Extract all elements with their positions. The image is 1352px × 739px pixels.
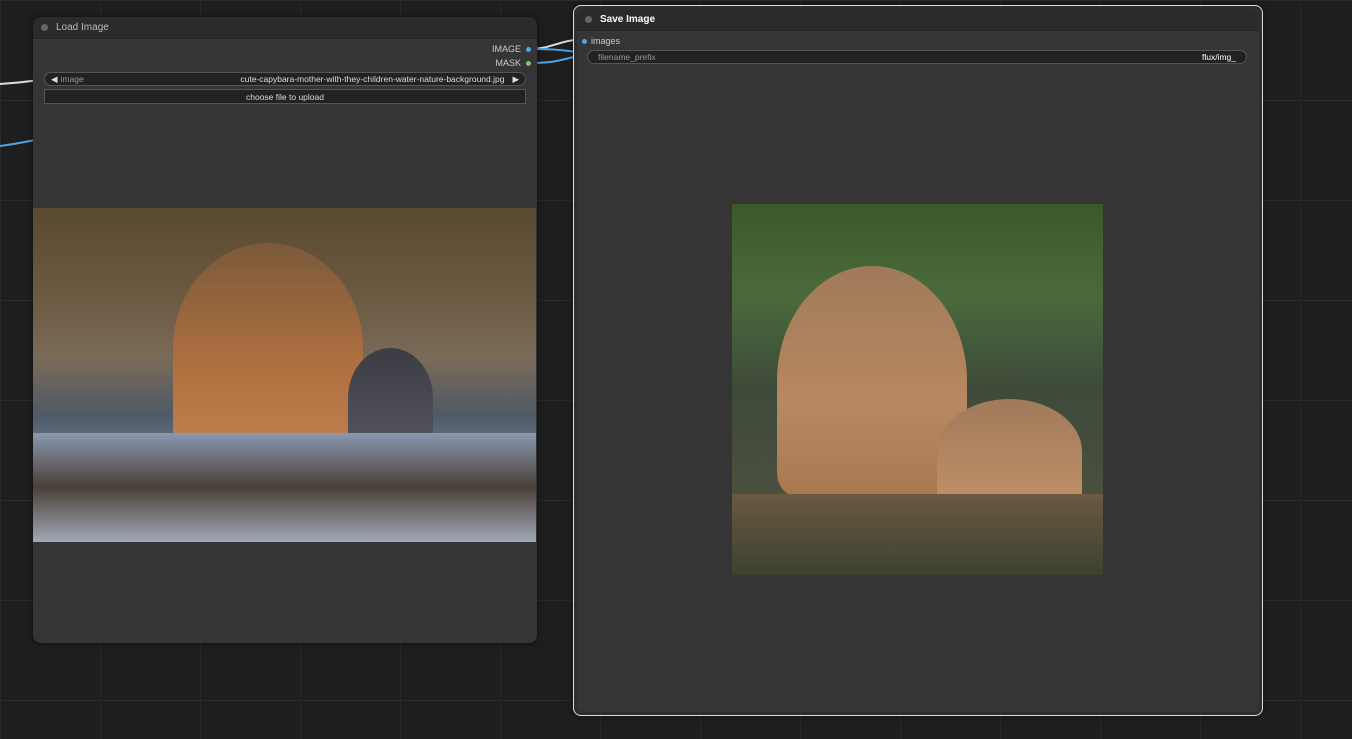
input-socket-icon[interactable] [582, 38, 587, 44]
output-label: IMAGE [491, 44, 521, 54]
node-title-bar[interactable]: Load Image [33, 17, 537, 39]
output-image-preview [732, 204, 1103, 575]
filename-prefix-field[interactable]: filename_prefix flux/img_ [587, 50, 1247, 64]
output-label: MASK [495, 58, 521, 68]
input-label: images [591, 36, 621, 46]
node-title: Save Image [600, 14, 656, 25]
node-title: Load Image [56, 22, 109, 33]
output-socket-icon[interactable] [526, 46, 531, 52]
collapse-dot-icon[interactable] [41, 24, 48, 31]
collapse-dot-icon[interactable] [585, 16, 592, 23]
arrow-right-icon[interactable]: ▶ [512, 74, 519, 85]
widget-value: cute-capybara-mother-with-they-children-… [240, 74, 505, 84]
load-image-node[interactable]: Load Image IMAGE MASK ◀ image cute-capyb… [33, 17, 537, 643]
output-image[interactable]: IMAGE [492, 44, 531, 54]
widget-label: filename_prefix [598, 52, 656, 62]
widget-value: flux/img_ [1201, 52, 1236, 62]
upload-button[interactable]: choose file to upload [44, 89, 526, 104]
node-title-bar[interactable]: Save Image [577, 9, 1259, 31]
image-combo[interactable]: ◀ image cute-capybara-mother-with-they-c… [44, 72, 526, 86]
input-images[interactable]: images [582, 36, 620, 46]
image-preview [33, 208, 536, 542]
output-mask[interactable]: MASK [495, 58, 531, 68]
arrow-left-icon[interactable]: ◀ [51, 74, 58, 85]
widget-label: image [60, 74, 84, 84]
output-socket-icon[interactable] [526, 60, 531, 66]
save-image-node[interactable]: Save Image images filename_prefix flux/i… [573, 5, 1263, 716]
